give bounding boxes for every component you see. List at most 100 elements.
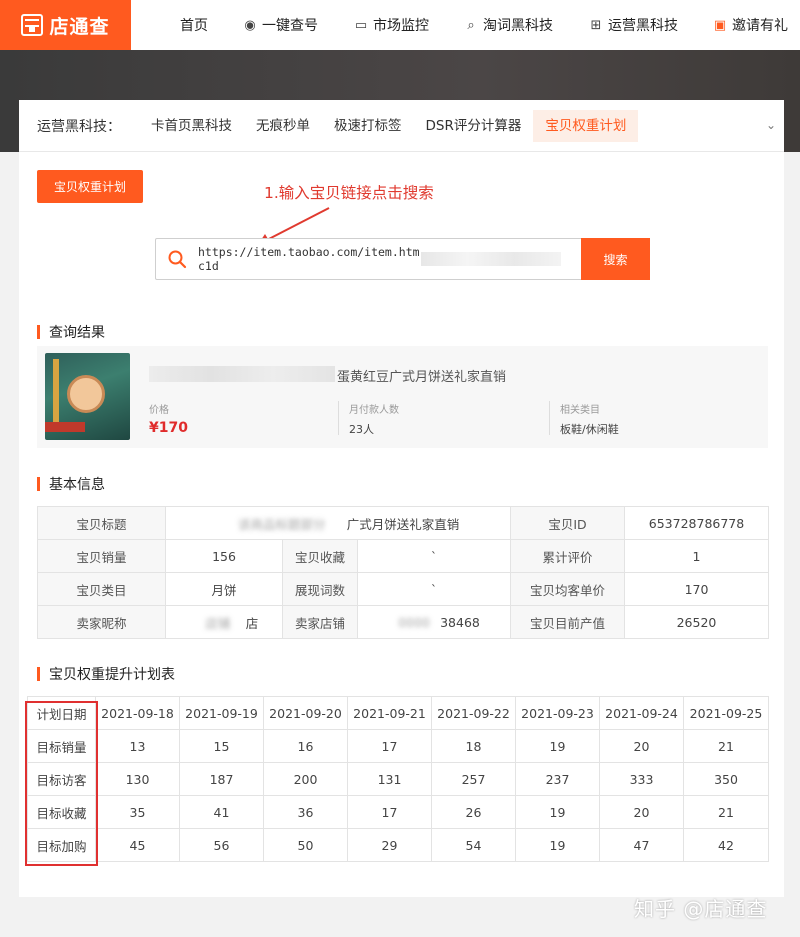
redacted-url-part: [421, 252, 561, 266]
search-tag-icon: ⌕: [467, 17, 475, 33]
nav-item-market-monitor[interactable]: ▭ 市场监控: [353, 0, 463, 50]
date-header-cell: 2021-09-25: [683, 696, 769, 730]
table-value: 170: [624, 572, 769, 606]
table-key: 卖家昵称: [37, 605, 166, 639]
table-cell: 29: [347, 828, 432, 862]
url-suffix: c1d: [198, 259, 219, 273]
basic-info-section-heading: 基本信息: [37, 474, 105, 494]
gift-icon: ▣: [713, 17, 727, 33]
nav-item-invite[interactable]: ▣ 邀请有礼: [712, 0, 800, 50]
table-key: 宝贝ID: [510, 506, 625, 540]
price-label: 价格: [149, 405, 169, 416]
weight-plan-table: 计划日期 2021-09-18 2021-09-19 2021-09-20 2021-0…: [27, 696, 769, 862]
section-title: 查询结果: [49, 325, 105, 341]
table-value: `: [357, 572, 511, 606]
table-cell: 20: [599, 729, 684, 763]
chevron-down-icon[interactable]: ⌄: [766, 118, 776, 132]
logo-text: 店通查: [49, 15, 110, 38]
table-key: 展现词数: [282, 572, 358, 606]
table-value: 店铺店: [165, 605, 283, 639]
table-cell: 56: [179, 828, 264, 862]
search-bar: https://item.taobao.com/item.htmc1d: [155, 238, 650, 280]
product-title[interactable]: 蛋黄红豆广式月饼送礼家直销: [337, 366, 506, 385]
category-info: 相关类目 板鞋/休闲鞋: [549, 401, 749, 436]
price-info: 价格 ¥170: [149, 401, 337, 436]
table-cell: 17: [347, 795, 432, 829]
nav-item-account-lookup[interactable]: ◉ 一键查号: [242, 0, 353, 50]
date-header-cell: 2021-09-21: [347, 696, 432, 730]
table-row: 宝贝标题 该商品标题部分 广式月饼送礼家直销 宝贝ID 653728786778: [37, 506, 769, 540]
table-cell: 237: [515, 762, 600, 796]
table-row: 目标收藏 35 41 36 17 26 19 20 21: [27, 795, 769, 829]
section-title: 宝贝权重提升计划表: [49, 667, 175, 683]
table-value: 1: [624, 539, 769, 573]
table-cell: 17: [347, 729, 432, 763]
date-header-cell: 2021-09-22: [431, 696, 516, 730]
instruction-annotation: 1.输入宝贝链接点击搜索: [264, 184, 434, 202]
section-title: 基本信息: [49, 477, 105, 493]
table-cell: 333: [599, 762, 684, 796]
table-cell: 200: [263, 762, 348, 796]
search-button[interactable]: 搜索: [581, 238, 650, 280]
table-key: 宝贝目前产值: [510, 605, 625, 639]
logo[interactable]: 店通查: [0, 0, 131, 50]
table-cell: 35: [95, 795, 180, 829]
plan-section-heading: 宝贝权重提升计划表: [37, 664, 175, 684]
table-value: 0000 38468: [357, 605, 511, 639]
highlight-box: [25, 701, 98, 866]
nav-item-label: 邀请有礼: [732, 18, 788, 34]
table-cell: 257: [431, 762, 516, 796]
table-key: 宝贝标题: [37, 506, 166, 540]
main-card: 运营黑科技： 卡首页黑科技 无痕秒单 极速打标签 DSR评分计算器 宝贝权重计划…: [19, 100, 784, 897]
nav-item-label: 市场监控: [373, 18, 429, 34]
table-cell: 47: [599, 828, 684, 862]
table-cell: 54: [431, 828, 516, 862]
table-cell: 15: [179, 729, 264, 763]
monthly-buyers-value: 23人: [349, 423, 374, 436]
redacted-title-part: [149, 366, 335, 382]
date-header-cell: 2021-09-18: [95, 696, 180, 730]
tab-homepage-tech[interactable]: 卡首页黑科技: [139, 110, 244, 142]
nav-item-label: 首页: [180, 18, 208, 34]
table-cell: 131: [347, 762, 432, 796]
result-card: 蛋黄红豆广式月饼送礼家直销 价格 ¥170 月付款人数 23人 相关类目 板鞋/…: [37, 346, 768, 448]
table-cell: 50: [263, 828, 348, 862]
grid-icon: ⊞: [590, 17, 602, 33]
item-weight-plan-button[interactable]: 宝贝权重计划: [37, 170, 143, 203]
tab-item-weight-plan[interactable]: 宝贝权重计划: [533, 109, 639, 142]
table-value: 156: [165, 539, 283, 573]
table-cell: 45: [95, 828, 180, 862]
basic-info-table: 宝贝标题 该商品标题部分 广式月饼送礼家直销 宝贝ID 653728786778 …: [37, 506, 769, 639]
table-cell: 42: [683, 828, 769, 862]
tab-dsr-calculator[interactable]: DSR评分计算器: [414, 110, 534, 142]
section-accent-bar: [37, 325, 40, 339]
product-thumbnail[interactable]: [45, 353, 130, 440]
tab-quick-tag[interactable]: 极速打标签: [322, 110, 414, 142]
table-cell: 187: [179, 762, 264, 796]
nav-item-ops-tech[interactable]: ⊞ 运营黑科技: [588, 0, 712, 50]
nav-item-label: 淘词黑科技: [483, 18, 553, 34]
monthly-buyers-info: 月付款人数 23人: [338, 401, 548, 436]
table-header-row: 计划日期 2021-09-18 2021-09-19 2021-09-20 2021-0…: [27, 696, 769, 730]
table-cell: 16: [263, 729, 348, 763]
nav-item-home[interactable]: 首页: [180, 0, 242, 50]
table-key: 卖家店铺: [282, 605, 358, 639]
tab-seamless-order[interactable]: 无痕秒单: [244, 110, 322, 142]
table-cell: 36: [263, 795, 348, 829]
table-cell: 21: [683, 795, 769, 829]
table-value: 月饼: [165, 572, 283, 606]
table-key: 宝贝收藏: [282, 539, 358, 573]
table-row: 目标销量 13 15 16 17 18 19 20 21: [27, 729, 769, 763]
category-label: 相关类目: [560, 405, 600, 416]
monthly-buyers-label: 月付款人数: [349, 405, 399, 416]
section-accent-bar: [37, 667, 40, 681]
eye-icon: ◉: [244, 17, 256, 33]
nav-item-keyword-tech[interactable]: ⌕ 淘词黑科技: [463, 0, 588, 50]
table-key: 宝贝均客单价: [510, 572, 625, 606]
table-row: 宝贝销量 156 宝贝收藏 ` 累计评价 1: [37, 539, 769, 573]
watermark: 知乎 @店通查: [634, 897, 768, 921]
search-icon: [156, 249, 198, 269]
table-cell: 19: [515, 795, 600, 829]
table-cell: 41: [179, 795, 264, 829]
table-row: 目标加购 45 56 50 29 54 19 47 42: [27, 828, 769, 862]
